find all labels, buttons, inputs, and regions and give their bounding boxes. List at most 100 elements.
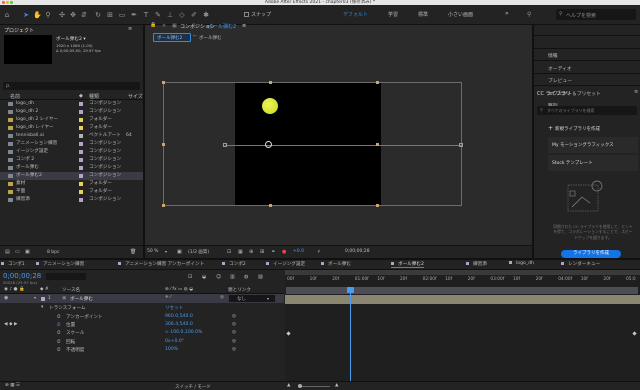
layer-label-color[interactable] [41,297,45,301]
timeline-tab[interactable]: ボール弾む2 [391,261,424,268]
help-search-field[interactable]: ⚲ ヘルプを検索 [556,9,636,20]
region-of-interest-icon[interactable]: ⊡ [227,249,231,255]
orbit-camera-icon[interactable]: ✣ [58,11,66,19]
bpc-indicator[interactable]: 8 bpc [47,250,59,255]
layer-duration-bar[interactable] [285,295,640,304]
comp-timecode[interactable]: 0;00;00;28 [345,249,370,254]
expand-chevron-icon[interactable]: ▾ [34,295,36,300]
parent-link-header[interactable]: 親とリンク [228,287,251,293]
timeline-graph-area[interactable]: 00f 10f 20f 01:00f 10f 20f 02:00f 10f 20f 03:00f 1… [285,270,640,390]
motion-graphics-item[interactable]: My モーショングラフィックス [548,137,638,153]
layer-switches-icon[interactable]: ✳ ⁄ [165,295,171,300]
exposure-value[interactable]: +0.0 [293,249,304,254]
create-library-link[interactable]: 新規ライブラリを作成 [555,126,600,132]
workspace-standard[interactable]: 標準 [418,11,428,18]
label-color-swatch[interactable] [79,158,83,162]
transform-handle-bl[interactable] [162,204,165,207]
fast-preview-icon[interactable]: ⚡ [317,249,321,255]
visibility-icon[interactable]: ◉ [4,295,8,301]
pickwhip-icon[interactable]: ◎ [220,295,224,300]
snapshot-icon[interactable]: ⚭ [271,249,275,255]
panel-divider[interactable] [532,25,534,258]
hand-tool-icon[interactable]: ✋ [33,11,42,19]
transform-group-label[interactable]: トランスフォーム [49,305,86,311]
transparency-grid-icon[interactable]: ▦ [238,249,243,255]
label-column-icon[interactable]: ◆ [79,93,83,99]
project-item[interactable]: logo_dh コンポジション [0,100,143,108]
zoom-value[interactable]: 50 % [147,249,158,254]
cc-library-menu-icon[interactable]: ≡ [634,89,638,95]
column-size[interactable]: サイズ [128,93,143,100]
layer-name[interactable]: ボール弾む [70,296,93,302]
layer-row[interactable]: ◉ ▾ 1 ▣ ボール弾む ✳ ⁄ ◎ なし ▾ [0,294,284,303]
project-item[interactable]: 平面 フォルダー [0,188,143,196]
dolly-camera-icon[interactable]: ⇵ [80,11,88,19]
expression-pickwhip-icon[interactable]: ◎ [232,347,236,352]
motion-blur-icon[interactable]: ◍ [244,274,248,280]
transform-reset-link[interactable]: リセット [165,305,183,311]
property-value[interactable]: ∞ 100.0,100.0% [165,330,202,335]
toggle-switches-modes[interactable]: スイッチ / モード [175,384,211,390]
workspace-default[interactable]: デフォルト [343,11,368,18]
minimize-window-button[interactable] [6,1,9,4]
brush-tool-icon[interactable]: ✎ [154,11,162,19]
breadcrumb-active[interactable]: ボール弾む2 [153,33,191,42]
lock-icon[interactable]: 🔒 [150,22,156,28]
playhead[interactable] [347,287,354,293]
puppet-tool-icon[interactable]: ✱ [202,11,210,19]
stopwatch-icon[interactable]: ⏱ [57,330,61,336]
roto-brush-tool-icon[interactable]: ✐ [190,11,198,19]
layer-bounding-box[interactable] [163,82,462,206]
workspace-menu-icon[interactable]: » [505,10,509,17]
project-item[interactable]: logo_dh 2 コンポジション [0,108,143,116]
expression-pickwhip-icon[interactable]: ◎ [232,314,236,319]
timeline-tab[interactable]: アニメーション練習 [36,261,84,267]
project-item[interactable]: 練習添 コンポジション [0,196,143,204]
timeline-tab[interactable]: アニメーション練習 アンカーポイント [118,261,204,267]
create-library-plus-icon[interactable]: + [548,125,553,132]
expression-pickwhip-icon[interactable]: ◎ [232,322,236,327]
library-search-input[interactable]: ⚲ すべてのライブラリを検索 [537,106,637,115]
tennis-ball[interactable] [262,98,278,114]
trash-icon[interactable]: 🗑 [130,249,136,255]
search-icon[interactable]: ⚲ [527,11,531,18]
interpret-footage-icon[interactable]: ▤ [5,249,10,255]
resolution-value[interactable]: (1/2 画質) [188,249,209,255]
timeline-tab[interactable]: コンポ1 [1,261,25,267]
transform-handle-ml[interactable] [162,143,165,146]
pen-tool-icon[interactable]: ✒ [130,11,138,19]
work-area-bar[interactable] [285,270,640,275]
keyframe-navigator-icon[interactable]: ◀ ◆ ▶ [4,322,18,327]
mask-visibility-icon[interactable]: ⊕ [249,249,253,255]
zoom-tool-icon[interactable]: ⚲ [44,11,52,19]
fit-icon[interactable]: ▣ [177,249,182,255]
panel-menu-icon[interactable]: ≡ [128,26,132,32]
panel-close-icon[interactable]: × [162,23,166,29]
project-item[interactable]: イージング設定 コンポジション [0,148,143,156]
timeline-tab[interactable]: コンポ2 [222,261,246,267]
right-panel-item[interactable]: プレビュー [548,77,572,84]
source-name-header[interactable]: ソース名 [62,287,80,293]
timeline-tab[interactable]: ボール弾む [321,261,351,267]
project-item[interactable]: ボール弾む2 コンポジション [0,172,143,180]
close-window-button[interactable] [2,1,5,4]
column-name[interactable]: 名前 [10,93,20,100]
label-color-swatch[interactable] [79,198,83,202]
zoom-slider[interactable] [298,386,330,387]
zoom-dropdown-icon[interactable]: ▾ [165,249,167,254]
snap-checkbox[interactable] [244,12,249,17]
label-color-swatch[interactable] [79,150,83,154]
project-item[interactable]: アニメーション練習 コンポジション [0,140,143,148]
property-value[interactable]: 306.4,540.0 [165,322,193,327]
label-color-swatch[interactable] [79,110,83,114]
graph-editor-icon[interactable]: ▨ [258,274,263,280]
project-item[interactable]: logo_dh 2 レイヤー フォルダー [0,116,143,124]
property-value[interactable]: 100% [165,347,178,352]
composition-panel-menu-icon[interactable]: ≡ [242,23,246,29]
draft-3d-icon[interactable]: ◒ [202,274,206,280]
timeline-tab[interactable]: logo_dh [509,261,534,266]
stopwatch-icon[interactable]: ⏱ [57,339,61,345]
home-icon[interactable]: ⌂ [3,11,11,19]
expression-pickwhip-icon[interactable]: ◎ [232,330,236,335]
transform-handle-tr[interactable] [376,81,379,84]
